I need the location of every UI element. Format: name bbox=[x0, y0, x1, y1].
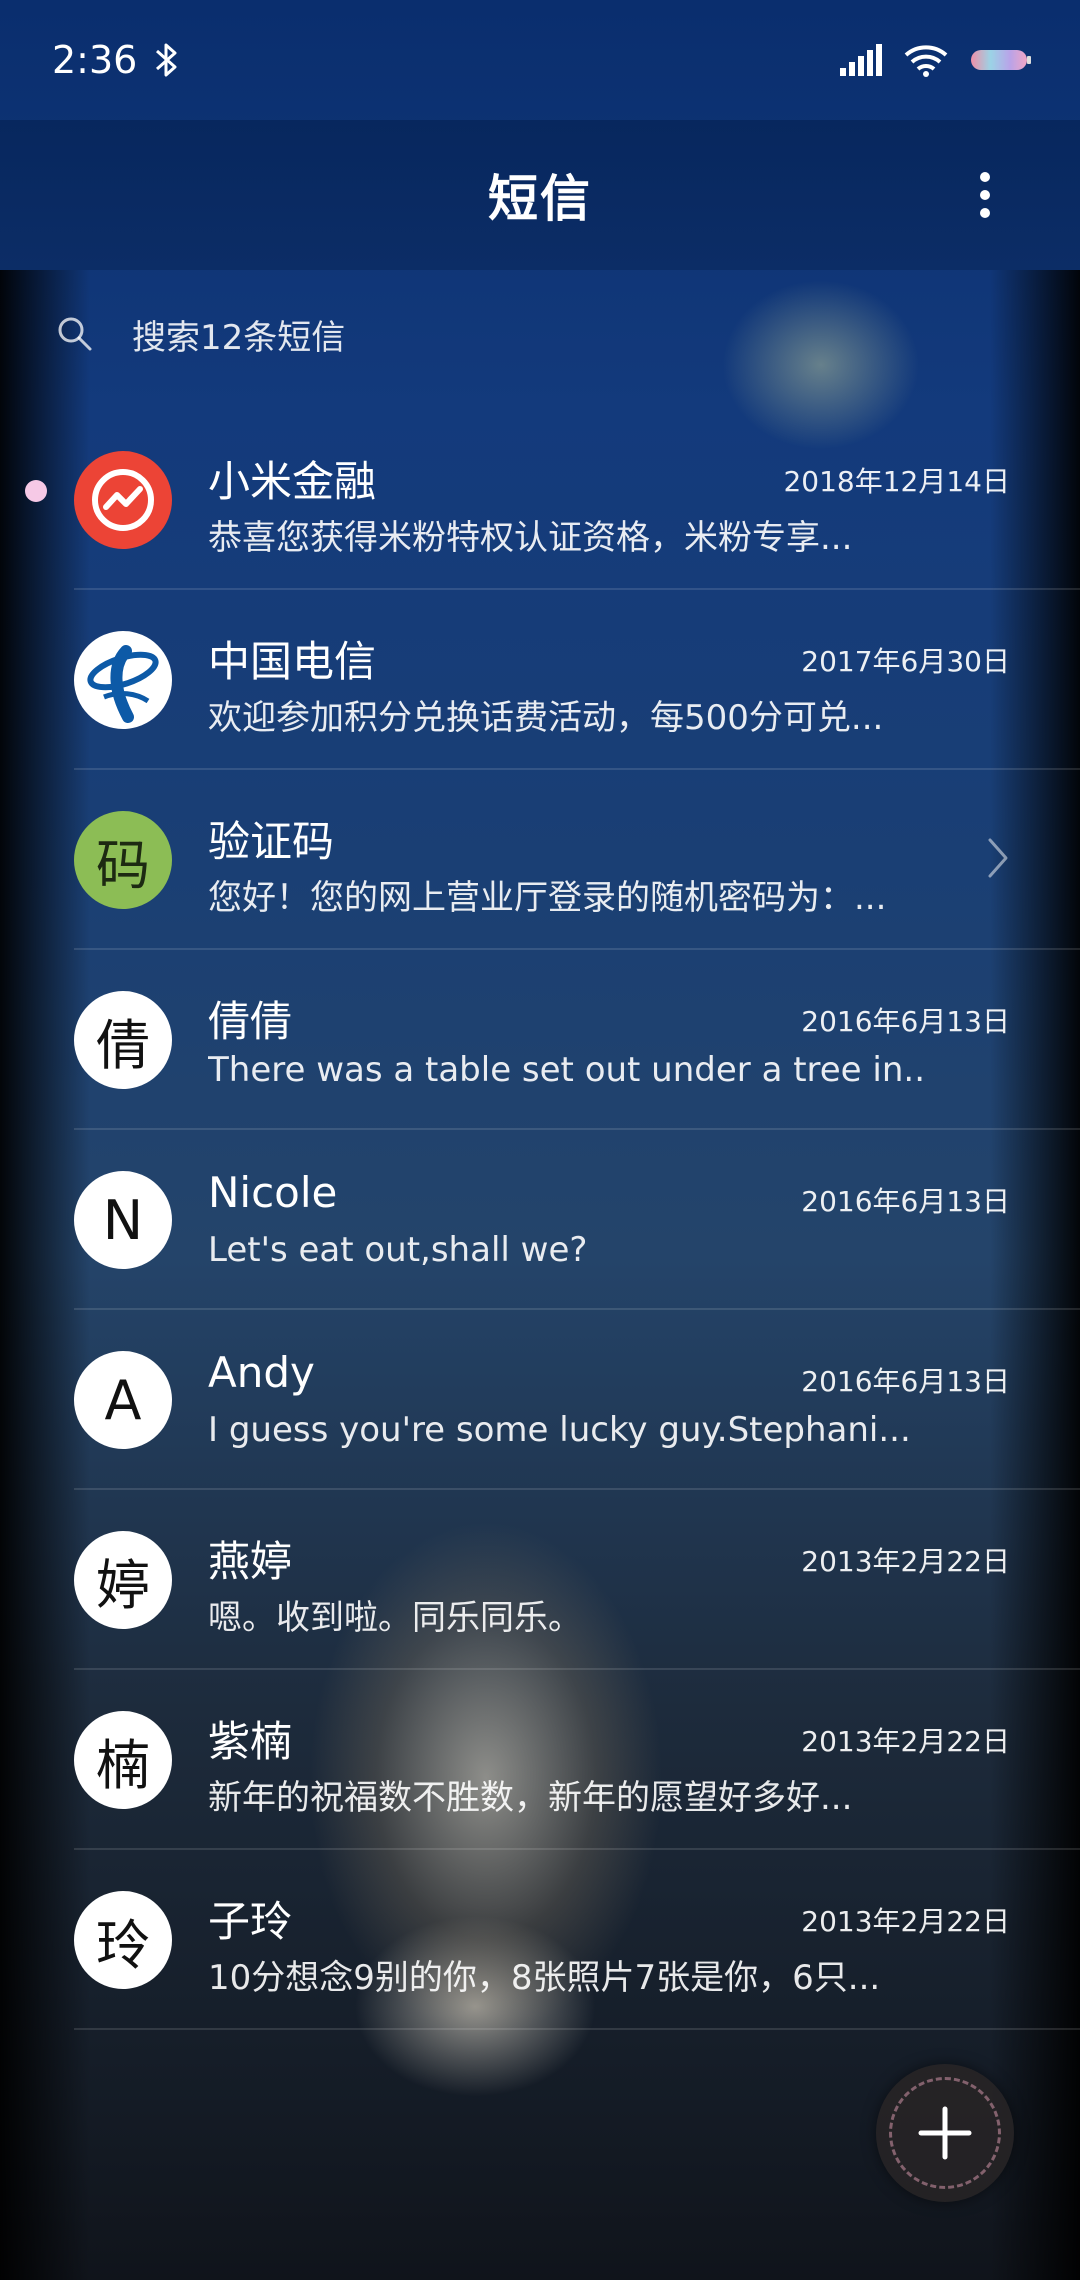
avatar: 码 bbox=[74, 811, 172, 909]
contact-name: 紫楠 bbox=[208, 1717, 293, 1766]
plus-icon bbox=[918, 2106, 972, 2160]
message-preview: 您好！您的网上营业厅登录的随机密码为：... bbox=[208, 878, 887, 918]
message-preview: There was a table set out under a tree i… bbox=[208, 1050, 928, 1090]
mi-finance-logo-icon bbox=[74, 451, 172, 549]
contact-name: 倩倩 bbox=[208, 997, 293, 1046]
app-header: 短信 bbox=[0, 120, 1080, 270]
message-date: 2016年6月13日 bbox=[801, 1365, 1010, 1398]
signal-icon bbox=[840, 44, 882, 76]
fab-ring bbox=[889, 2077, 1001, 2189]
avatar: 玲 bbox=[74, 1891, 172, 1989]
message-date: 2017年6月30日 bbox=[801, 645, 1010, 678]
message-preview: 新年的祝福数不胜数，新年的愿望好多好... bbox=[208, 1778, 853, 1818]
status-time: 2:36 bbox=[52, 38, 138, 82]
status-bar: 2:36 bbox=[0, 0, 1080, 120]
message-preview: 10分想念9别的你，8张照片7张是你，6只... bbox=[208, 1958, 881, 1998]
conversation-list: 小米金融 2018年12月14日 恭喜您获得米粉特权认证资格，米粉专享... 中… bbox=[0, 410, 1080, 2030]
conversation-row[interactable]: 小米金融 2018年12月14日 恭喜您获得米粉特权认证资格，米粉专享... bbox=[0, 410, 1080, 590]
contact-name: 小米金融 bbox=[208, 457, 377, 506]
conversation-row[interactable]: 码 验证码 您好！您的网上营业厅登录的随机密码为：... bbox=[0, 770, 1080, 950]
status-right bbox=[840, 43, 1032, 77]
search-bar[interactable]: 搜索12条短信 bbox=[40, 290, 1040, 378]
conversation-row[interactable]: 楠 紫楠 2013年2月22日 新年的祝福数不胜数，新年的愿望好多好... bbox=[0, 1670, 1080, 1850]
message-date: 2013年2月22日 bbox=[801, 1545, 1010, 1578]
contact-name: 验证码 bbox=[208, 817, 335, 866]
message-preview: 欢迎参加积分兑换话费活动，每500分可兑... bbox=[208, 698, 884, 738]
message-date: 2016年6月13日 bbox=[801, 1185, 1010, 1218]
page-title: 短信 bbox=[488, 170, 592, 228]
message-date: 2013年2月22日 bbox=[801, 1725, 1010, 1758]
avatar: N bbox=[74, 1171, 172, 1269]
status-left: 2:36 bbox=[52, 38, 179, 82]
contact-name: Andy bbox=[208, 1348, 315, 1397]
avatar: A bbox=[74, 1351, 172, 1449]
message-preview: Let's eat out,shall we? bbox=[208, 1230, 588, 1270]
more-options-button[interactable] bbox=[960, 160, 1010, 230]
battery-icon bbox=[971, 50, 1031, 70]
search-input[interactable]: 搜索12条短信 bbox=[132, 310, 345, 359]
new-message-button[interactable] bbox=[876, 2064, 1014, 2202]
chevron-right-icon bbox=[988, 838, 1008, 878]
message-preview: I guess you're some lucky guy.Stephani..… bbox=[208, 1410, 911, 1450]
contact-name: Nicole bbox=[208, 1168, 338, 1217]
conversation-row[interactable]: 婷 燕婷 2013年2月22日 嗯。收到啦。同乐同乐。 bbox=[0, 1490, 1080, 1670]
message-preview: 嗯。收到啦。同乐同乐。 bbox=[208, 1598, 582, 1638]
conversation-row[interactable]: 倩 倩倩 2016年6月13日 There was a table set ou… bbox=[0, 950, 1080, 1130]
unread-indicator bbox=[25, 480, 47, 502]
conversation-row[interactable]: 玲 子玲 2013年2月22日 10分想念9别的你，8张照片7张是你，6只... bbox=[0, 1850, 1080, 2030]
conversation-row[interactable]: A Andy 2016年6月13日 I guess you're some lu… bbox=[0, 1310, 1080, 1490]
conversation-row[interactable]: 中国电信 2017年6月30日 欢迎参加积分兑换话费活动，每500分可兑... bbox=[0, 590, 1080, 770]
bluetooth-icon bbox=[156, 43, 177, 77]
avatar: 婷 bbox=[74, 1531, 172, 1629]
china-telecom-logo-icon bbox=[74, 631, 172, 729]
message-date: 2018年12月14日 bbox=[783, 465, 1010, 498]
avatar: 楠 bbox=[74, 1711, 172, 1809]
conversation-row[interactable]: N Nicole 2016年6月13日 Let's eat out,shall … bbox=[0, 1130, 1080, 1310]
divider bbox=[74, 2028, 1080, 2030]
message-date: 2013年2月22日 bbox=[801, 1905, 1010, 1938]
search-icon bbox=[58, 317, 92, 351]
contact-name: 燕婷 bbox=[208, 1537, 293, 1586]
contact-name: 子玲 bbox=[208, 1897, 293, 1946]
message-preview: 恭喜您获得米粉特权认证资格，米粉专享... bbox=[208, 518, 853, 558]
avatar: 倩 bbox=[74, 991, 172, 1089]
more-vertical-icon bbox=[980, 172, 990, 182]
contact-name: 中国电信 bbox=[208, 637, 377, 686]
message-date: 2016年6月13日 bbox=[801, 1005, 1010, 1038]
wifi-icon bbox=[904, 45, 948, 77]
